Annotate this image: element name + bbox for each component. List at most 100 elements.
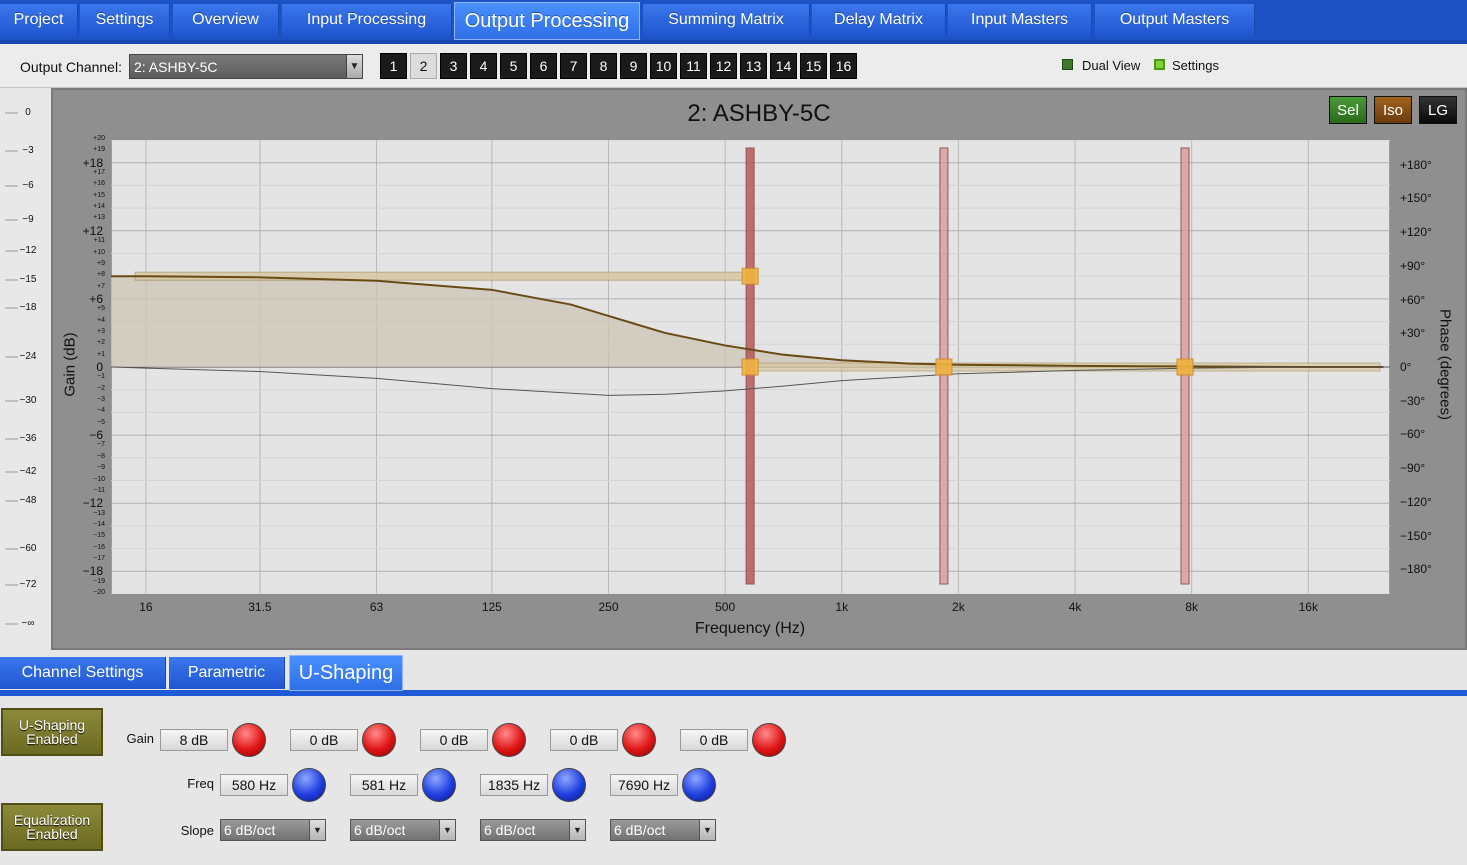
phase-tick-label: +60° (1400, 292, 1426, 307)
eq-handle (741, 267, 759, 285)
slope-select[interactable]: 6 dB/oct ▼ (610, 819, 716, 841)
chevron-down-icon: ▼ (699, 820, 715, 840)
y-minor-tick-label: +3 (97, 327, 105, 335)
eq-plot[interactable] (111, 140, 1390, 594)
freq-field[interactable]: 7690 Hz (610, 774, 678, 796)
gain-field[interactable]: 8 dB (160, 729, 228, 751)
y-minor-tick-label: −10 (93, 475, 105, 483)
tab-delay-matrix[interactable]: Delay Matrix (812, 4, 946, 36)
output-channel-select[interactable]: 2: ASHBY-5C ▼ (129, 54, 363, 79)
meter-tick-label: −9 (22, 214, 34, 225)
x-tick-label: 125 (481, 600, 502, 614)
tab-parametric[interactable]: Parametric (169, 657, 285, 689)
gain-field[interactable]: 0 dB (420, 729, 488, 751)
meter-tick-label: −∞ (21, 618, 35, 629)
meter-tick-label: −48 (19, 495, 37, 506)
freq-field[interactable]: 581 Hz (350, 774, 418, 796)
gain-knob[interactable] (362, 723, 396, 757)
y-minor-tick-label: +20 (93, 135, 105, 142)
channel-button[interactable]: 6 (530, 53, 557, 79)
slope-value: 6 dB/oct (484, 822, 536, 838)
channel-button[interactable]: 2 (410, 53, 437, 79)
channel-button[interactable]: 8 (590, 53, 617, 79)
y-minor-tick-label: +17 (93, 169, 105, 177)
tab-settings[interactable]: Settings (80, 4, 170, 36)
y-tick-label: −6 (89, 428, 103, 443)
phase-tick-label: +30° (1400, 326, 1426, 341)
channel-button[interactable]: 1 (380, 53, 407, 79)
freq-field[interactable]: 1835 Hz (480, 774, 548, 796)
slope-select[interactable]: 6 dB/oct ▼ (350, 819, 456, 841)
y-minor-tick-label: −13 (93, 509, 105, 517)
chevron-down-icon: ▼ (569, 820, 585, 840)
y-minor-tick-label: −11 (93, 486, 105, 494)
channel-button[interactable]: 13 (740, 53, 767, 79)
meter-tick-label: 0 (25, 107, 31, 118)
x-tick-label: 500 (715, 600, 736, 614)
slope-select[interactable]: 6 dB/oct ▼ (220, 819, 326, 841)
dual-view-indicator-icon[interactable] (1062, 59, 1073, 70)
graph-title: 2: ASHBY-5C (687, 100, 831, 127)
eq-handle (741, 358, 759, 376)
y-tick-label: 0 (96, 360, 103, 374)
gain-knob[interactable] (622, 723, 656, 757)
channel-button[interactable]: 11 (680, 53, 707, 79)
tab-summing-matrix[interactable]: Summing Matrix (643, 4, 810, 36)
channel-button[interactable]: 14 (770, 53, 797, 79)
gain-field[interactable]: 0 dB (550, 729, 618, 751)
tab-u-shaping[interactable]: U-Shaping (289, 655, 403, 691)
freq-field[interactable]: 580 Hz (220, 774, 288, 796)
meter-tick-label: −18 (19, 302, 37, 313)
x-tick-label: 16 (139, 600, 153, 614)
meter-tick-label: −6 (22, 180, 34, 191)
channel-button[interactable]: 7 (560, 53, 587, 79)
gain-field[interactable]: 0 dB (290, 729, 358, 751)
tab-input-masters[interactable]: Input Masters (948, 4, 1092, 36)
phase-tick-label: +90° (1400, 258, 1426, 273)
y-minor-tick-label: +15 (93, 191, 105, 199)
equalization-enabled-button[interactable]: Equalization Enabled (1, 803, 103, 851)
eq-handle (1176, 358, 1194, 376)
phase-tick-label: −150° (1400, 528, 1432, 543)
settings-label: Settings (1172, 58, 1219, 73)
phase-tick-label: 0° (1400, 360, 1412, 374)
x-tick-label: 63 (369, 600, 384, 614)
freq-knob[interactable] (422, 768, 456, 802)
eq-handle (935, 358, 953, 376)
tab-channel-settings[interactable]: Channel Settings (0, 657, 166, 689)
phase-tick-label: +120° (1400, 225, 1432, 240)
output-channel-label: Output Channel: (20, 59, 122, 75)
gain-knob[interactable] (752, 723, 786, 757)
u-shaping-enabled-button[interactable]: U-Shaping Enabled (1, 708, 103, 756)
channel-button[interactable]: 5 (500, 53, 527, 79)
freq-knob[interactable] (552, 768, 586, 802)
channel-button[interactable]: 4 (470, 53, 497, 79)
slope-select[interactable]: 6 dB/oct ▼ (480, 819, 586, 841)
tab-project[interactable]: Project (0, 4, 78, 36)
tab-input-processing[interactable]: Input Processing (282, 4, 452, 36)
y-tick-label: −18 (82, 564, 103, 579)
lg-button[interactable]: LG (1419, 96, 1457, 124)
gain-knob[interactable] (232, 723, 266, 757)
meter-tick-label: −42 (19, 466, 37, 477)
sel-button[interactable]: Sel (1329, 96, 1367, 124)
y-minor-tick-label: +5 (97, 305, 105, 313)
y-minor-tick-label: +9 (97, 259, 105, 267)
tab-output-masters[interactable]: Output Masters (1095, 4, 1255, 36)
gain-knob[interactable] (492, 723, 526, 757)
iso-button[interactable]: Iso (1374, 96, 1412, 124)
channel-button[interactable]: 15 (800, 53, 827, 79)
channel-button[interactable]: 16 (830, 53, 857, 79)
y-minor-tick-label: +7 (97, 282, 105, 290)
gain-field[interactable]: 0 dB (680, 729, 748, 751)
channel-button[interactable]: 9 (620, 53, 647, 79)
freq-knob[interactable] (682, 768, 716, 802)
freq-knob[interactable] (292, 768, 326, 802)
channel-button[interactable]: 10 (650, 53, 677, 79)
settings-indicator-icon[interactable] (1154, 59, 1165, 70)
meter-tick-label: −36 (19, 433, 37, 444)
tab-output-processing[interactable]: Output Processing (454, 2, 640, 40)
tab-overview[interactable]: Overview (173, 4, 279, 36)
channel-button[interactable]: 3 (440, 53, 467, 79)
channel-button[interactable]: 12 (710, 53, 737, 79)
